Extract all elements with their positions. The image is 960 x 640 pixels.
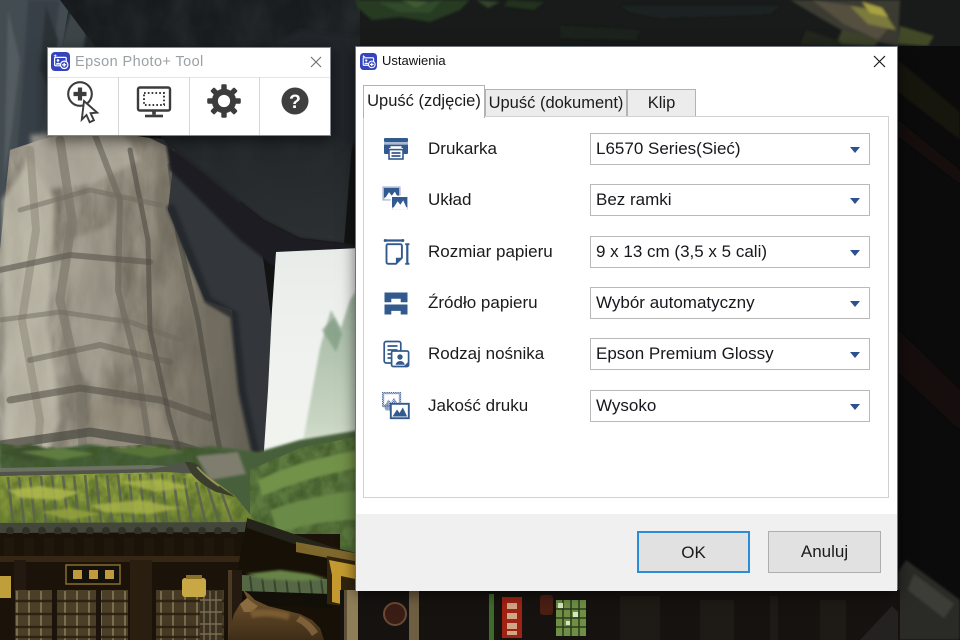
svg-text:?: ? <box>289 91 301 113</box>
